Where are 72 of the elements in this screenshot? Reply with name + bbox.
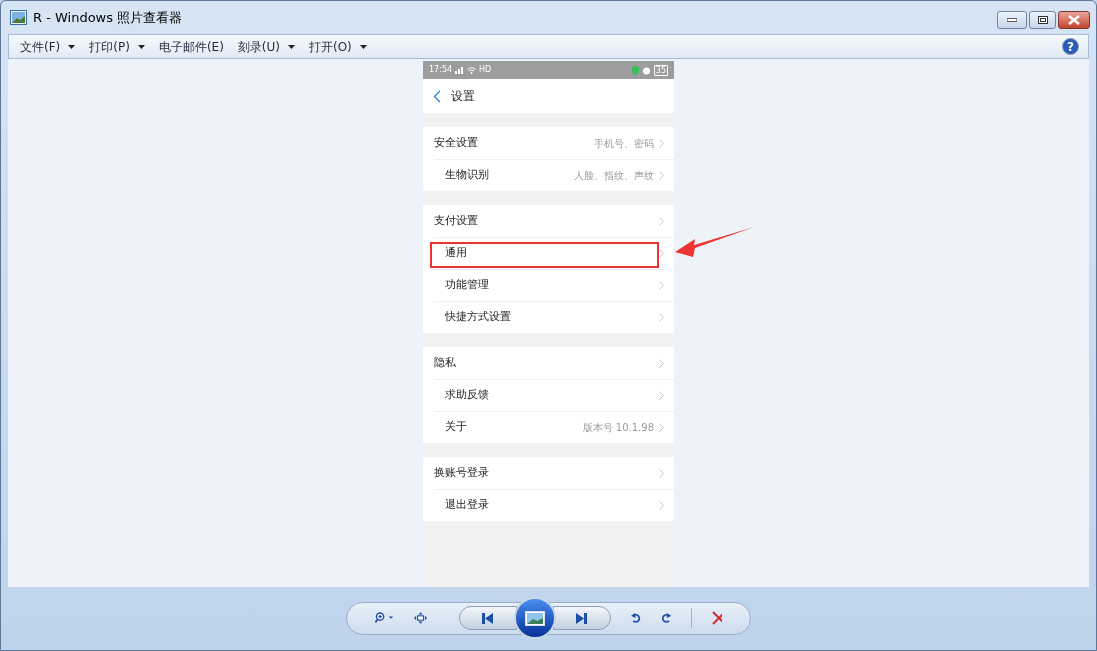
settings-row[interactable]: 功能管理 bbox=[434, 269, 674, 301]
settings-row[interactable]: 通用 bbox=[434, 237, 674, 269]
next-icon bbox=[576, 612, 588, 624]
image-icon bbox=[524, 610, 545, 626]
help-button[interactable]: ? bbox=[1062, 38, 1079, 55]
chevron-icon bbox=[659, 358, 664, 368]
rotate-left-icon[interactable] bbox=[630, 610, 641, 626]
minimize-button[interactable] bbox=[997, 11, 1027, 29]
menu-item[interactable]: 文件(F) bbox=[20, 37, 76, 56]
settings-row[interactable]: 生物识别 人脸、指纹、声纹 bbox=[434, 159, 674, 191]
row-value: 人脸、指纹、声纹 bbox=[574, 169, 654, 183]
settings-row[interactable]: 关于 版本号 10.1.98 bbox=[434, 411, 674, 443]
menu-item[interactable]: 打开(O) bbox=[309, 37, 367, 56]
close-button[interactable] bbox=[1058, 11, 1090, 29]
fit-window-icon[interactable] bbox=[413, 610, 427, 626]
page-title: 设置 bbox=[451, 88, 475, 105]
settings-row[interactable]: 快捷方式设置 bbox=[434, 301, 674, 333]
status-time: 17:54 bbox=[429, 64, 453, 76]
row-label: 退出登录 bbox=[445, 497, 489, 514]
close-icon bbox=[1068, 15, 1080, 25]
chevron-icon bbox=[659, 313, 664, 322]
wifi-icon bbox=[467, 66, 477, 74]
photo-viewer-icon bbox=[10, 10, 27, 25]
row-label: 支付设置 bbox=[434, 212, 478, 229]
chevron-icon bbox=[659, 501, 664, 510]
settings-row[interactable]: 隐私 bbox=[423, 347, 674, 379]
settings-row[interactable]: 支付设置 bbox=[423, 205, 674, 237]
maximize-button[interactable] bbox=[1029, 11, 1056, 29]
maximize-icon bbox=[1037, 16, 1048, 24]
network-label: HD bbox=[479, 64, 492, 76]
menu-item[interactable]: 刻录(U) bbox=[237, 37, 295, 56]
caret-icon bbox=[68, 44, 76, 49]
next-button[interactable] bbox=[552, 606, 611, 630]
settings-row[interactable]: 退出登录 bbox=[434, 489, 674, 521]
shield-icon bbox=[631, 65, 639, 75]
chevron-icon bbox=[659, 281, 664, 290]
minimize-icon bbox=[1007, 18, 1017, 22]
settings-row[interactable]: 换账号登录 bbox=[423, 457, 674, 489]
row-label: 关于 bbox=[445, 419, 467, 436]
caret-icon bbox=[137, 44, 145, 49]
chevron-icon bbox=[659, 216, 664, 226]
window-title: R - Windows 照片查看器 bbox=[33, 8, 183, 27]
row-label: 换账号登录 bbox=[434, 464, 489, 481]
chevron-icon bbox=[659, 391, 664, 400]
row-label: 生物识别 bbox=[445, 167, 489, 184]
menu-item[interactable]: 打印(P) bbox=[89, 37, 145, 56]
chevron-icon bbox=[659, 171, 664, 180]
row-value: 手机号、密码 bbox=[594, 136, 654, 151]
chevron-icon bbox=[659, 249, 664, 258]
delete-icon[interactable] bbox=[711, 611, 722, 625]
previous-button[interactable] bbox=[458, 606, 517, 630]
previous-icon bbox=[482, 612, 494, 624]
menu-item[interactable]: 电子邮件(E) bbox=[158, 37, 224, 56]
row-label: 快捷方式设置 bbox=[445, 309, 511, 326]
signal-icon bbox=[455, 66, 465, 74]
row-value: 版本号 10.1.98 bbox=[582, 421, 654, 435]
chevron-icon bbox=[659, 423, 664, 432]
caret-icon bbox=[359, 44, 367, 49]
row-label: 安全设置 bbox=[434, 134, 478, 151]
battery-level: 35 bbox=[653, 64, 668, 76]
caret-icon bbox=[288, 44, 295, 49]
settings-row[interactable]: 求助反馈 bbox=[434, 379, 674, 411]
row-label: 求助反馈 bbox=[445, 387, 489, 404]
chevron-icon bbox=[659, 138, 664, 148]
chevron-icon bbox=[659, 468, 664, 478]
row-label: 功能管理 bbox=[445, 277, 489, 294]
slideshow-button[interactable] bbox=[513, 597, 556, 639]
row-label: 通用 bbox=[445, 245, 467, 262]
back-icon[interactable] bbox=[433, 89, 441, 103]
settings-row[interactable]: 安全设置 手机号、密码 bbox=[423, 127, 674, 159]
rotate-right-icon[interactable] bbox=[661, 610, 672, 626]
row-label: 隐私 bbox=[434, 354, 456, 371]
